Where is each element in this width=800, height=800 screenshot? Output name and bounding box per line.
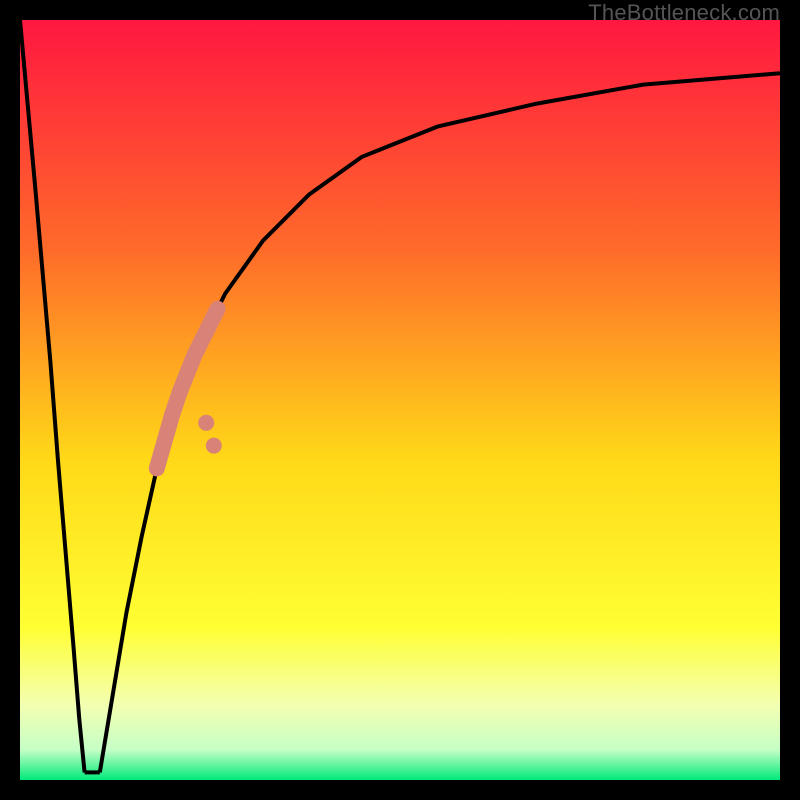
plot-area [20, 20, 780, 780]
accent-dot [198, 415, 214, 431]
curve-left-branch [20, 20, 85, 772]
accent-dot [206, 438, 222, 454]
chart-frame: TheBottleneck.com [0, 0, 800, 800]
accent-dots [198, 415, 222, 454]
curve-layer [20, 20, 780, 780]
